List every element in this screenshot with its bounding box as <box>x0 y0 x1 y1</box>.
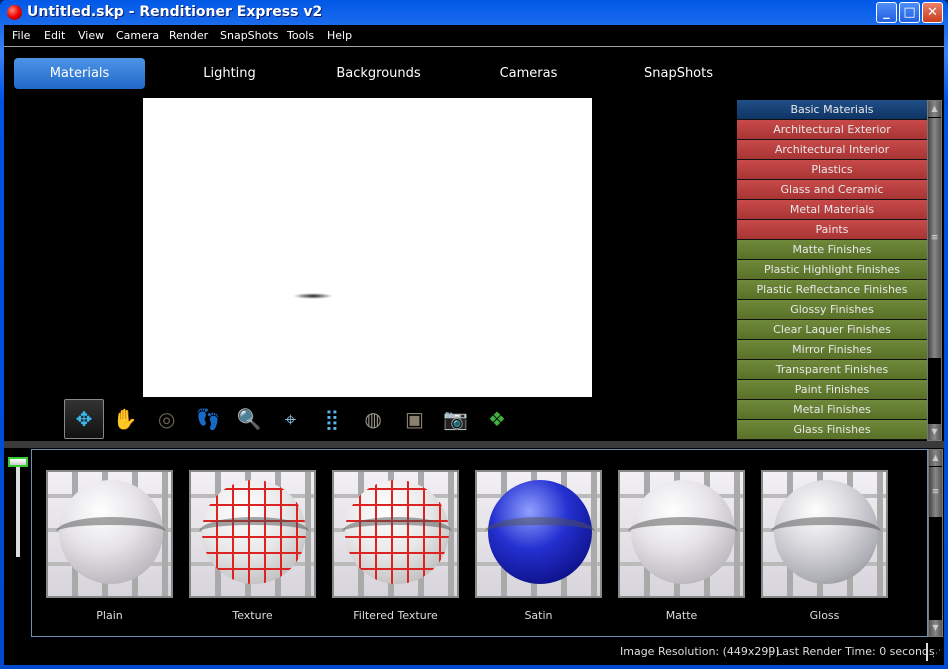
swatch-label: Plain <box>96 609 123 622</box>
tab-cameras[interactable]: Cameras <box>463 58 594 89</box>
scroll-down-icon[interactable]: ▼ <box>929 620 942 636</box>
scroll-up-icon[interactable]: ▲ <box>929 450 942 466</box>
frame-icon[interactable]: ▣ <box>394 399 434 439</box>
status-bar: Image Resolution: (449x299) | Last Rende… <box>4 639 944 665</box>
magnifier-icon[interactable]: 🔍 <box>229 399 269 439</box>
tiles-icon[interactable]: ❖ <box>477 399 517 439</box>
menu-help[interactable]: Help <box>327 29 352 42</box>
zoom-extents-icon[interactable]: ⌖ <box>271 399 311 439</box>
swatch-label: Satin <box>524 609 553 622</box>
swatch-label: Matte <box>665 609 698 622</box>
menu-camera[interactable]: Camera <box>116 29 159 42</box>
status-separator: | <box>768 645 772 658</box>
status-divider <box>926 643 928 661</box>
swatch-label: Texture <box>232 609 273 622</box>
material-swatch-filtered-texture[interactable] <box>332 470 459 598</box>
maximize-button[interactable]: □ <box>899 2 920 23</box>
material-swatch-plain[interactable] <box>46 470 173 598</box>
zoom-target-icon[interactable]: ◎ <box>147 399 187 439</box>
material-swatch-gloss[interactable] <box>761 470 888 598</box>
title-bar[interactable]: Untitled.skp - Renditioner Express v2 _ … <box>0 0 948 25</box>
orbit-icon[interactable]: ✥ <box>64 399 104 439</box>
menu-render[interactable]: Render <box>169 29 208 42</box>
material-swatch-matte[interactable] <box>618 470 745 598</box>
category-scrollbar[interactable]: ▲ ≡ ▼ <box>927 100 942 441</box>
walk-footprints-icon[interactable]: 👣 <box>188 399 228 439</box>
material-swatch-panel: Plain Texture Filtered Texture Satin Matte Gl… <box>31 449 928 637</box>
material-category-item[interactable]: Glass Finishes <box>737 420 927 440</box>
menu-view[interactable]: View <box>78 29 104 42</box>
sphere-groove <box>771 517 881 547</box>
resize-grip-icon[interactable]: ⋰ <box>932 649 941 659</box>
menu-file[interactable]: File <box>12 29 30 42</box>
disc-icon[interactable]: ◍ <box>353 399 393 439</box>
material-category-item[interactable]: Paints <box>737 220 927 240</box>
material-swatch-texture[interactable] <box>189 470 316 598</box>
model-shadow <box>293 293 333 299</box>
sphere-groove <box>342 517 452 547</box>
material-category-item[interactable]: Plastics <box>737 160 927 180</box>
client-area: File Edit View Camera Render SnapShots T… <box>4 25 944 665</box>
tab-materials[interactable]: Materials <box>14 58 145 89</box>
material-category-item[interactable]: Metal Finishes <box>737 400 927 420</box>
image-resolution: Image Resolution: (449x299) <box>620 645 780 658</box>
splitter[interactable] <box>4 441 944 448</box>
material-category-item[interactable]: Metal Materials <box>737 200 927 220</box>
pan-hand-icon[interactable]: ✋ <box>105 399 145 439</box>
menu-edit[interactable]: Edit <box>44 29 65 42</box>
menu-bar: File Edit View Camera Render SnapShots T… <box>4 25 944 47</box>
slider-knob[interactable] <box>8 457 28 467</box>
grid-dots-icon[interactable]: ⣿ <box>312 399 352 439</box>
camera-icon[interactable]: 📷 <box>436 399 476 439</box>
app-window: Untitled.skp - Renditioner Express v2 _ … <box>0 0 948 669</box>
thumbnail-size-slider[interactable] <box>8 457 28 567</box>
sphere-groove <box>628 517 738 547</box>
sphere-groove <box>56 517 166 547</box>
material-swatch-satin[interactable] <box>475 470 602 598</box>
menu-snapshots[interactable]: SnapShots <box>220 29 278 42</box>
material-category-list: Basic Materials Architectural Exterior Arc… <box>737 100 927 441</box>
tab-lighting[interactable]: Lighting <box>164 58 295 89</box>
material-category-item[interactable]: Glass and Ceramic <box>737 180 927 200</box>
scroll-up-icon[interactable]: ▲ <box>928 101 941 117</box>
material-category-item[interactable]: Matte Finishes <box>737 240 927 260</box>
minimize-button[interactable]: _ <box>876 2 897 23</box>
swatch-label: Filtered Texture <box>353 609 438 622</box>
material-category-item[interactable]: Clear Laquer Finishes <box>737 320 927 340</box>
slider-track <box>16 467 20 557</box>
last-render-time: Last Render Time: 0 seconds <box>776 645 935 658</box>
material-category-item[interactable]: Architectural Exterior <box>737 120 927 140</box>
close-button[interactable]: ✕ <box>922 2 943 23</box>
tab-snapshots[interactable]: SnapShots <box>613 58 744 89</box>
material-category-item[interactable]: Basic Materials <box>737 100 927 120</box>
scroll-thumb[interactable]: ≡ <box>928 118 941 358</box>
sphere-groove <box>199 517 309 547</box>
material-category-item[interactable]: Architectural Interior <box>737 140 927 160</box>
material-category-item[interactable]: Transparent Finishes <box>737 360 927 380</box>
app-icon <box>7 5 22 20</box>
swatch-scrollbar[interactable]: ▲ ≡ ▼ <box>928 449 943 637</box>
material-category-item[interactable]: Plastic Reflectance Finishes <box>737 280 927 300</box>
sphere-groove <box>485 517 595 547</box>
window-title: Untitled.skp - Renditioner Express v2 <box>27 4 323 20</box>
material-category-item[interactable]: Glossy Finishes <box>737 300 927 320</box>
tab-backgrounds[interactable]: Backgrounds <box>313 58 444 89</box>
scroll-thumb[interactable]: ≡ <box>929 467 942 517</box>
render-preview[interactable] <box>143 98 592 397</box>
material-category-item[interactable]: Paint Finishes <box>737 380 927 400</box>
swatch-label: Gloss <box>809 609 840 622</box>
scroll-down-icon[interactable]: ▼ <box>928 424 941 440</box>
material-category-item[interactable]: Plastic Highlight Finishes <box>737 260 927 280</box>
menu-tools[interactable]: Tools <box>287 29 314 42</box>
material-category-item[interactable]: Mirror Finishes <box>737 340 927 360</box>
